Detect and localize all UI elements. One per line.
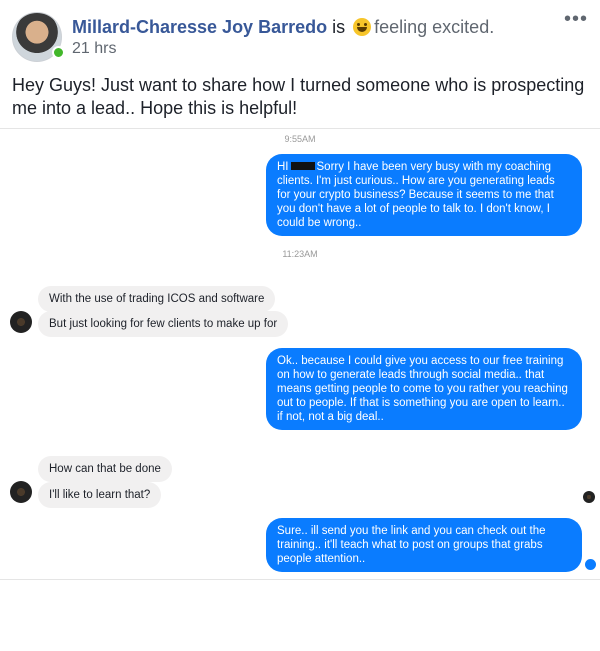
is-text: is — [332, 17, 346, 37]
message-bubble-incoming: With the use of trading ICOS and softwar… — [38, 286, 276, 312]
message-bubble-outgoing: Sure.. ill send you the link and you can… — [266, 518, 582, 572]
delivered-check-icon — [585, 559, 596, 570]
author-name-link[interactable]: Millard-Charesse Joy Barredo — [72, 17, 327, 37]
chat-screenshot-image: 9:55AM HI Sorry I have been very busy wit… — [0, 128, 600, 580]
message-bubble-outgoing: Ok.. because I could give you access to … — [266, 348, 582, 430]
post-timestamp-link[interactable]: 21 hrs — [72, 40, 116, 58]
feeling-text: feeling excited. — [374, 17, 495, 37]
redacted-name — [290, 162, 315, 170]
chat-timestamp: 11:23AM — [282, 249, 318, 259]
grinning-emoji-icon — [353, 18, 372, 36]
post-title-line: Millard-Charesse Joy Barredo is feeling … — [72, 16, 494, 38]
online-status-icon — [52, 46, 65, 59]
contact-avatar — [10, 481, 32, 503]
more-dots-icon[interactable]: ••• — [564, 9, 588, 29]
message-text: Sorry I have been very busy with my coac… — [277, 161, 555, 229]
message-text: HI — [277, 161, 289, 173]
contact-avatar — [10, 311, 32, 333]
post-body-text: Hey Guys! Just want to share how I turne… — [12, 75, 585, 118]
message-bubble-outgoing: HI Sorry I have been very busy with my co… — [266, 154, 582, 236]
message-bubble-incoming: But just looking for few clients to make… — [38, 311, 289, 337]
read-receipt-avatar — [583, 491, 595, 503]
post-header: Millard-Charesse Joy Barredo is feeling … — [0, 0, 600, 70]
chat-timestamp: 9:55AM — [284, 134, 316, 144]
message-bubble-incoming: How can that be done — [38, 456, 172, 482]
message-bubble-incoming: I'll like to learn that? — [38, 482, 162, 508]
